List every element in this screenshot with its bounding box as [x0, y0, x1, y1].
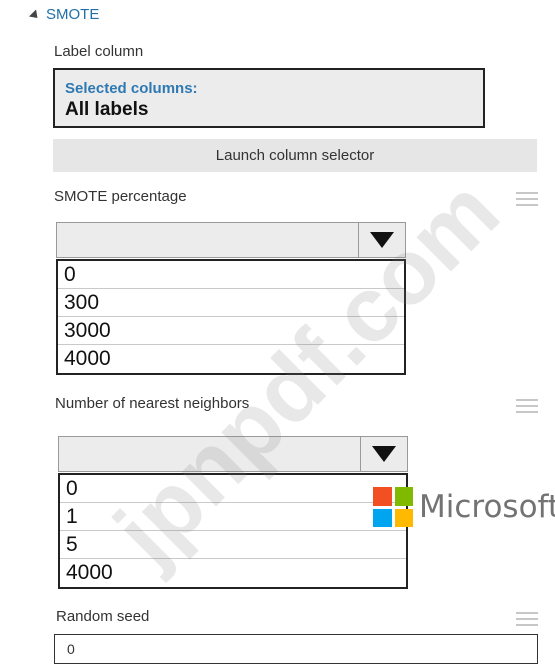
collapse-caret-icon[interactable]: [28, 9, 42, 22]
nearest-neighbors-dropdown[interactable]: [58, 436, 408, 472]
microsoft-logo: Microsoft: [373, 487, 555, 527]
chevron-down-icon: [370, 232, 394, 248]
option-item[interactable]: 0: [60, 475, 406, 503]
selected-columns-value: All labels: [65, 99, 149, 120]
drag-handle-icon[interactable]: [516, 192, 538, 206]
section-smote-header[interactable]: SMOTE: [28, 6, 100, 23]
chevron-down-icon: [372, 446, 396, 462]
smote-percentage-label: SMOTE percentage: [54, 188, 187, 205]
option-item[interactable]: 5: [60, 531, 406, 559]
option-item[interactable]: 0: [58, 261, 404, 289]
label-column-label: Label column: [54, 43, 144, 60]
drag-handle-icon[interactable]: [516, 399, 538, 413]
option-item[interactable]: 4000: [60, 559, 406, 587]
dropdown-arrow-button[interactable]: [358, 223, 405, 257]
option-item[interactable]: 1: [60, 503, 406, 531]
launch-column-selector-button[interactable]: Launch column selector: [53, 139, 537, 172]
drag-handle-icon[interactable]: [516, 612, 538, 626]
dropdown-arrow-button[interactable]: [360, 437, 407, 471]
section-title: SMOTE: [46, 6, 100, 23]
microsoft-squares-icon: [373, 487, 413, 527]
smote-percentage-dropdown[interactable]: [56, 222, 406, 258]
option-item[interactable]: 4000: [58, 345, 404, 373]
option-item[interactable]: 300: [58, 289, 404, 317]
nearest-neighbors-label: Number of nearest neighbors: [55, 395, 250, 412]
selected-columns-title: Selected columns:: [65, 80, 198, 97]
random-seed-input[interactable]: 0: [54, 634, 538, 664]
nearest-neighbors-value: [59, 437, 360, 471]
microsoft-wordmark: Microsoft: [419, 489, 555, 525]
selected-columns-box: Selected columns: All labels: [53, 68, 485, 128]
smote-percentage-options: 0 300 3000 4000: [56, 259, 406, 375]
nearest-neighbors-options: 0 1 5 4000: [58, 473, 408, 589]
option-item[interactable]: 3000: [58, 317, 404, 345]
smote-percentage-value: [57, 223, 358, 257]
random-seed-label: Random seed: [56, 608, 150, 625]
